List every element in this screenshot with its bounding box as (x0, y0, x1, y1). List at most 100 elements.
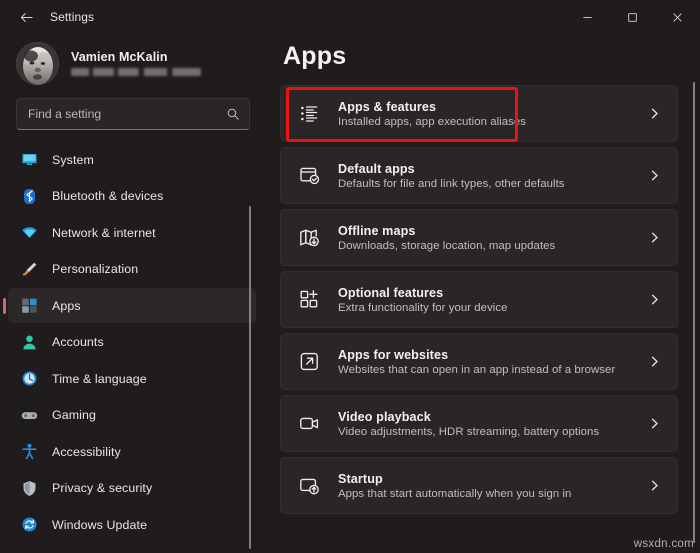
sidebar-item-label: Accounts (52, 335, 104, 349)
card-subtitle: Apps that start automatically when you s… (338, 487, 572, 500)
minimize-icon (583, 16, 592, 18)
card-subtitle: Installed apps, app execution aliases (338, 115, 527, 128)
card-title: Startup (338, 471, 383, 486)
person-icon (21, 334, 38, 351)
card-subtitle: Defaults for file and link types, other … (338, 177, 565, 190)
minimize-button[interactable] (565, 0, 610, 34)
chevron-right-icon (648, 107, 663, 120)
sidebar-item-windows-update[interactable]: Windows Update (8, 507, 256, 542)
bluetooth-icon (21, 188, 38, 205)
sidebar-item-system[interactable]: System (8, 142, 256, 177)
card-text: Startup Apps that start automatically wh… (338, 472, 630, 500)
card-title: Optional features (338, 285, 444, 300)
open-external-icon (299, 351, 320, 372)
accessibility-icon (21, 443, 38, 460)
close-button[interactable] (655, 0, 700, 34)
window-controls (565, 0, 700, 34)
watermark: wsxdn.com (633, 538, 694, 550)
card-optional-features[interactable]: Optional features Extra functionality fo… (280, 271, 678, 328)
startup-icon (299, 475, 320, 496)
account-name: Vamien McKalin (71, 50, 168, 64)
sidebar-item-label: Privacy & security (52, 481, 153, 495)
maximize-button[interactable] (610, 0, 655, 34)
chevron-right-icon (648, 355, 663, 368)
search-input[interactable] (28, 107, 226, 121)
card-subtitle: Video adjustments, HDR streaming, batter… (338, 425, 600, 438)
sidebar-item-accounts[interactable]: Accounts (8, 325, 256, 360)
search-container (2, 96, 268, 142)
sidebar: Vamien McKalin Find a setting System Blu… (0, 34, 268, 553)
card-text: Offline maps Downloads, storage location… (338, 224, 630, 252)
card-subtitle: Websites that can open in an app instead… (338, 363, 616, 376)
card-subtitle: Extra functionality for your device (338, 301, 508, 314)
default-apps-icon (299, 165, 320, 186)
account-text: Vamien McKalin (71, 50, 201, 76)
title-bar: Settings (0, 0, 700, 34)
sidebar-item-label: Windows Update (52, 517, 148, 532)
settings-window: Settings Vamien McKalin Find a setting S… (0, 0, 700, 553)
card-apps-features[interactable]: Apps & features Installed apps, app exec… (280, 85, 678, 142)
sidebar-item-bluetooth-devices[interactable]: Bluetooth & devices (8, 179, 256, 214)
card-offline-maps[interactable]: Offline maps Downloads, storage location… (280, 209, 678, 266)
chevron-right-icon (648, 169, 663, 182)
sidebar-item-label: Personalization (52, 262, 139, 276)
close-icon (673, 12, 682, 22)
map-download-icon (299, 227, 320, 248)
sidebar-item-label: Apps (52, 298, 81, 313)
chevron-right-icon (648, 479, 663, 492)
monitor-icon (21, 151, 38, 168)
sidebar-scrollbar[interactable] (249, 206, 251, 549)
card-text: Apps & features Installed apps, app exec… (338, 100, 630, 128)
shield-icon (21, 480, 38, 497)
sidebar-item-label: Gaming (52, 408, 96, 422)
sidebar-item-label: Accessibility (52, 444, 121, 459)
main-content: Apps Apps & features Installed apps, app… (268, 34, 700, 553)
apps-icon (21, 297, 38, 314)
card-video-playback[interactable]: Video playback Video adjustments, HDR st… (280, 395, 678, 452)
card-startup[interactable]: Startup Apps that start automatically wh… (280, 457, 678, 514)
account-header[interactable]: Vamien McKalin (2, 34, 268, 96)
sidebar-item-label: Time & language (52, 371, 147, 386)
chevron-right-icon (648, 417, 663, 430)
card-default-apps[interactable]: Default apps Defaults for file and link … (280, 147, 678, 204)
card-text: Apps for websites Websites that can open… (338, 348, 630, 376)
search-icon[interactable] (226, 107, 240, 121)
update-icon (21, 516, 38, 533)
gamepad-icon (21, 407, 38, 424)
clock-icon (21, 370, 38, 387)
card-text: Optional features Extra functionality fo… (338, 286, 630, 314)
card-title: Apps & features (338, 99, 437, 114)
wifi-icon (21, 224, 38, 241)
card-title: Apps for websites (338, 347, 449, 362)
card-text: Video playback Video adjustments, HDR st… (338, 410, 630, 438)
back-arrow-icon (20, 12, 33, 22)
grid-plus-icon (299, 289, 320, 310)
card-title: Default apps (338, 161, 415, 176)
sidebar-item-network-internet[interactable]: Network & internet (8, 215, 256, 250)
video-camera-icon (299, 413, 320, 434)
account-email-redacted (71, 68, 201, 76)
maximize-icon (628, 12, 637, 22)
settings-card-list: Apps & features Installed apps, app exec… (280, 85, 700, 514)
avatar-photo-icon (16, 41, 59, 85)
sidebar-item-label: Bluetooth & devices (52, 189, 164, 203)
sidebar-item-gaming[interactable]: Gaming (8, 398, 256, 433)
card-subtitle: Downloads, storage location, map updates (338, 239, 556, 252)
chevron-right-icon (648, 293, 663, 306)
sidebar-item-accessibility[interactable]: Accessibility (8, 434, 256, 469)
sidebar-item-apps[interactable]: Apps (8, 288, 256, 323)
brush-icon (21, 261, 38, 278)
page-title: Apps (283, 42, 347, 70)
sidebar-item-time-language[interactable]: Time & language (8, 361, 256, 396)
window-body: Vamien McKalin Find a setting System Blu… (0, 34, 700, 553)
window-title: Settings (50, 10, 95, 24)
sidebar-item-personalization[interactable]: Personalization (8, 252, 256, 287)
main-scrollbar[interactable] (693, 82, 695, 543)
list-bullets-icon (299, 103, 320, 124)
card-apps-for-websites[interactable]: Apps for websites Websites that can open… (280, 333, 678, 390)
sidebar-item-label: System (52, 152, 94, 167)
search-box[interactable] (16, 98, 250, 130)
sidebar-item-privacy-security[interactable]: Privacy & security (8, 471, 256, 506)
card-title: Offline maps (338, 223, 416, 238)
back-button[interactable] (8, 2, 44, 32)
